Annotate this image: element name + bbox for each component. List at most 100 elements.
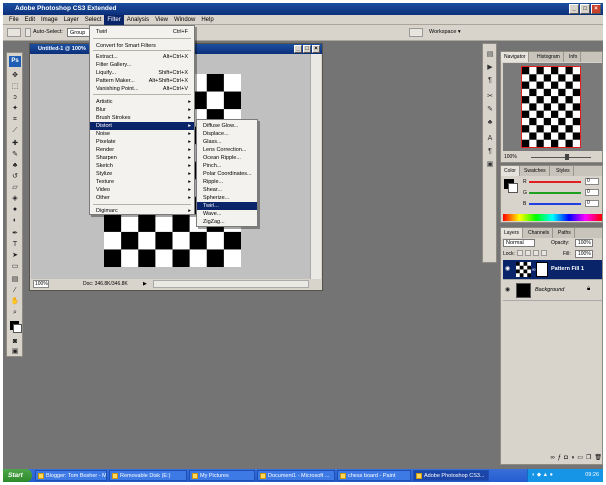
adjustment-layer-icon[interactable]: ◑: [571, 454, 575, 462]
visibility-eye-icon[interactable]: ◉: [505, 265, 513, 273]
tab-paths[interactable]: Paths: [555, 228, 575, 238]
horizontal-scrollbar[interactable]: [153, 280, 309, 288]
paragraph-icon[interactable]: ¶: [485, 147, 495, 157]
blend-mode-dropdown[interactable]: Normal: [503, 239, 535, 247]
maximize-button[interactable]: □: [580, 4, 590, 14]
distort-item-lens-correction[interactable]: Lens Correction...: [197, 146, 257, 154]
channel-slider[interactable]: [529, 181, 581, 183]
background-color-swatch[interactable]: [13, 324, 22, 333]
menu-select[interactable]: Select: [82, 15, 105, 25]
history-panel-icon[interactable]: ▤: [485, 50, 495, 60]
tab-styles[interactable]: Styles: [553, 166, 574, 176]
menu-view[interactable]: View: [152, 15, 171, 25]
filter-menu-item-sketch[interactable]: Sketch ▸: [90, 162, 194, 170]
menu-help[interactable]: Help: [198, 15, 216, 25]
auto-select-checkbox[interactable]: [25, 28, 31, 37]
vertical-scrollbar[interactable]: [310, 54, 321, 280]
filter-menu-item-stylize[interactable]: Stylize ▸: [90, 170, 194, 178]
color-spectrum-bar[interactable]: [503, 214, 602, 221]
layer-mask-thumbnail[interactable]: [536, 262, 548, 277]
lock-image-button[interactable]: [525, 250, 531, 256]
brush-tool-icon[interactable]: ✎: [10, 150, 20, 159]
eraser-tool-icon[interactable]: ▱: [10, 183, 20, 192]
distort-item-spherize[interactable]: Spherize...: [197, 194, 257, 202]
link-layers-icon[interactable]: ∞: [550, 454, 554, 462]
zoom-field[interactable]: 100%: [33, 280, 49, 288]
eyedropper-tool-icon[interactable]: ⁄: [10, 286, 20, 295]
layer-row-background[interactable]: ◉ Background 🔒︎: [503, 281, 602, 301]
tray-icons[interactable]: ◐ ◆ ▲ ●: [532, 469, 553, 482]
filter-menu-item-liquify[interactable]: Liquify... Shift+Ctrl+X: [90, 69, 194, 77]
taskbar-item-document1-microsoft[interactable]: Document1 - Microsoft ...: [257, 470, 335, 481]
filter-menu-item-pattern-maker[interactable]: Pattern Maker... Alt+Shift+Ctrl+X: [90, 77, 194, 85]
hand-tool-icon[interactable]: ✋: [10, 297, 20, 306]
distort-item-diffuse-glow[interactable]: Diffuse Glow...: [197, 122, 257, 130]
distort-item-displace[interactable]: Displace...: [197, 130, 257, 138]
add-mask-icon[interactable]: ◘: [564, 454, 568, 462]
new-group-icon[interactable]: ▭: [577, 454, 583, 462]
menu-edit[interactable]: Edit: [22, 15, 38, 25]
taskbar-item-blogger-tom-bosher-m[interactable]: Blogger: Tom Bosher - M...: [35, 470, 107, 481]
start-button[interactable]: Start: [3, 469, 32, 482]
move-tool-icon[interactable]: ✥: [10, 71, 20, 80]
filter-menu-item-other[interactable]: Other ▸: [90, 194, 194, 202]
magic-wand-tool-icon[interactable]: ✦: [10, 104, 20, 113]
fill-field[interactable]: 100%: [575, 250, 593, 258]
filter-menu-item-filter-gallery[interactable]: Filter Gallery...: [90, 61, 194, 69]
paragraph-panel-icon[interactable]: ¶: [485, 76, 495, 86]
close-button[interactable]: ×: [591, 4, 601, 14]
delete-layer-icon[interactable]: 🗑︎: [594, 454, 602, 462]
lock-all-icon[interactable]: [541, 250, 547, 256]
filter-menu-item-artistic[interactable]: Artistic ▸: [90, 98, 194, 106]
distort-item-pinch[interactable]: Pinch...: [197, 162, 257, 170]
menu-filter[interactable]: Filter: [104, 14, 124, 25]
status-menu-arrow-icon[interactable]: ▶: [143, 279, 147, 289]
lasso-tool-icon[interactable]: ↄ: [10, 93, 20, 102]
quick-mask-icon[interactable]: ◙: [10, 337, 20, 346]
marquee-tool-icon[interactable]: ⬚: [10, 82, 20, 91]
notes-tool-icon[interactable]: ▤: [10, 275, 20, 284]
auto-select-dropdown[interactable]: Group: [67, 28, 91, 37]
filter-menu-item-digimarc[interactable]: Digimarc ▸: [90, 207, 194, 215]
type-tool-icon[interactable]: T: [10, 240, 20, 249]
distort-item-wave[interactable]: Wave...: [197, 210, 257, 218]
dodge-tool-icon[interactable]: ◐: [10, 216, 20, 225]
menu-window[interactable]: Window: [171, 15, 198, 25]
move-tool-preset-button[interactable]: [7, 28, 21, 37]
crop-tool-icon[interactable]: ⌗: [10, 115, 20, 124]
channel-value-field[interactable]: 0: [585, 189, 599, 196]
bridge-icon[interactable]: [409, 28, 423, 37]
filter-menu-item-pixelate[interactable]: Pixelate ▸: [90, 138, 194, 146]
actions-panel-icon[interactable]: ▶: [485, 63, 495, 73]
distort-item-zigzag[interactable]: ZigZag...: [197, 218, 257, 226]
minimize-button[interactable]: _: [569, 4, 579, 14]
navigator-zoom-slider[interactable]: [531, 157, 591, 158]
pen-tool-icon[interactable]: ✒: [10, 229, 20, 238]
visibility-eye-icon[interactable]: ◉: [505, 286, 513, 294]
filter-menu-item-render[interactable]: Render ▸: [90, 146, 194, 154]
layer-row-pattern-fill[interactable]: ◉ ∞ Pattern Fill 1: [503, 260, 602, 280]
layer-comps-icon[interactable]: ▣: [485, 160, 495, 170]
path-selection-tool-icon[interactable]: ➤: [10, 251, 20, 260]
taskbar-item-removable-disk-e[interactable]: Removable Disk (E:): [109, 470, 187, 481]
clone-stamp-tool-icon[interactable]: ♣: [10, 161, 20, 170]
brushes-panel-icon[interactable]: ✎: [485, 105, 495, 115]
rectangle-tool-icon[interactable]: ▭: [10, 262, 20, 271]
new-layer-icon[interactable]: ❐: [586, 454, 591, 462]
zoom-tool-icon[interactable]: ⌕: [10, 308, 20, 317]
tab-channels[interactable]: Channels: [525, 228, 554, 238]
tab-swatches[interactable]: Swatches: [521, 166, 550, 176]
distort-item-glass[interactable]: Glass...: [197, 138, 257, 146]
tab-info[interactable]: Info: [566, 52, 582, 62]
healing-brush-tool-icon[interactable]: ✚: [10, 139, 20, 148]
lock-transparent-button[interactable]: [517, 250, 523, 256]
taskbar-item-chess-board-paint[interactable]: chess board - Paint: [337, 470, 411, 481]
tool-presets-icon[interactable]: ✂: [485, 92, 495, 102]
color-background-swatch[interactable]: [508, 183, 518, 193]
channel-value-field[interactable]: 0: [585, 200, 599, 207]
filter-menu-item-vanishing-point[interactable]: Vanishing Point... Alt+Ctrl+V: [90, 85, 194, 93]
channel-slider[interactable]: [529, 203, 581, 205]
tab-layers[interactable]: Layers: [501, 228, 524, 238]
layer-style-icon[interactable]: ƒ: [558, 454, 561, 462]
filter-menu-item-texture[interactable]: Texture ▸: [90, 178, 194, 186]
